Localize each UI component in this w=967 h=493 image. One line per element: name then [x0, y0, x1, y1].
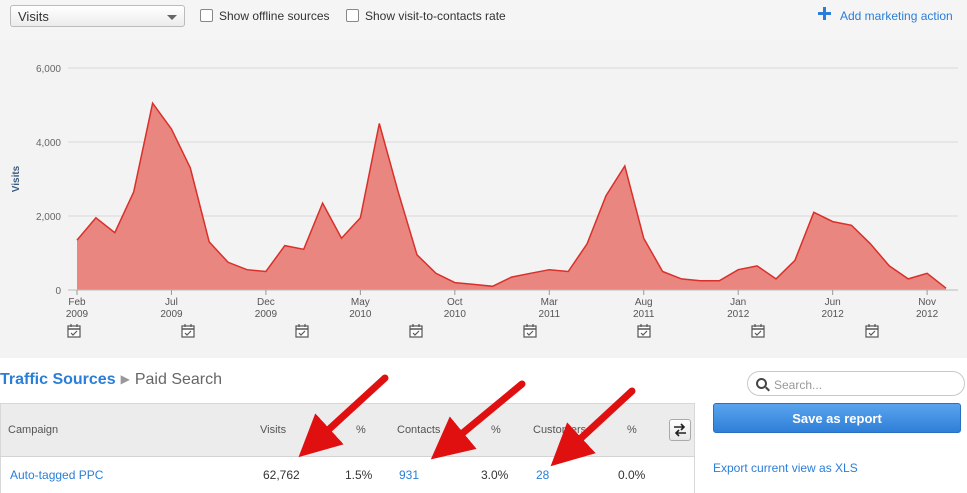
column-visits[interactable]: Visits — [260, 424, 286, 436]
x-tick-label: 2009 — [255, 309, 278, 320]
breadcrumb-arrow-icon: ▶ — [120, 372, 130, 386]
visits-value: 62,762 — [263, 468, 300, 482]
column-contacts[interactable]: Contacts — [397, 424, 440, 436]
calendar-icon[interactable] — [523, 324, 537, 338]
calendar-icon[interactable] — [637, 324, 651, 338]
column-visits-pct[interactable]: % — [356, 424, 366, 436]
x-tick-label: Jul — [165, 297, 178, 308]
customers-pct-value: 0.0% — [618, 468, 646, 482]
x-tick-label: 2009 — [66, 309, 89, 320]
y-tick-label: 6,000 — [36, 64, 61, 75]
x-tick-label: 2012 — [822, 309, 845, 320]
metric-select-value: Visits — [18, 9, 49, 24]
plus-icon[interactable] — [818, 7, 831, 20]
breadcrumb-traffic-sources[interactable]: Traffic Sources — [0, 371, 116, 388]
save-as-report-button[interactable]: Save as report — [713, 403, 961, 433]
x-tick-label: 2011 — [539, 309, 561, 320]
breadcrumb-current: Paid Search — [134, 371, 223, 388]
search-box — [747, 371, 965, 396]
contacts-pct-value: 3.0% — [481, 468, 509, 482]
x-tick-label: Jan — [730, 297, 746, 308]
column-contacts-pct[interactable]: % — [491, 424, 501, 436]
customers-link[interactable]: 28 — [536, 468, 549, 482]
table-header: Campaign Visits % Contacts % Customers % — [1, 404, 694, 457]
x-tick-label: Dec — [257, 297, 275, 308]
visits-chart: 6,000 4,000 2,000 0 Visits Feb 2009 Jul 2009 Dec 2… — [0, 40, 967, 358]
export-xls-link[interactable]: Export current view as XLS — [713, 461, 858, 475]
metric-select[interactable]: Visits — [10, 5, 185, 27]
contacts-link[interactable]: 931 — [399, 468, 419, 482]
chevron-down-icon — [167, 15, 177, 20]
visits-pct-value: 1.5% — [345, 468, 373, 482]
y-axis-label: Visits — [11, 165, 22, 192]
x-tick-label: 2010 — [444, 309, 467, 320]
calendar-icon[interactable] — [751, 324, 765, 338]
search-icon — [756, 378, 767, 389]
y-tick-label: 2,000 — [36, 212, 61, 223]
x-tick-label: May — [351, 297, 370, 308]
x-tick-label: Feb — [68, 297, 86, 308]
offline-sources-checkbox[interactable] — [200, 9, 213, 22]
calendar-icon[interactable] — [295, 324, 309, 338]
x-tick-label: 2011 — [633, 309, 655, 320]
column-customers[interactable]: Customers — [533, 424, 586, 436]
calendar-icon[interactable] — [67, 324, 81, 338]
visit-to-contacts-checkbox[interactable] — [346, 9, 359, 22]
campaign-table: Campaign Visits % Contacts % Customers %… — [0, 403, 695, 493]
x-tick-label: Jun — [825, 297, 841, 308]
column-campaign[interactable]: Campaign — [8, 424, 58, 436]
x-tick-label: 2012 — [916, 309, 939, 320]
x-tick-label: 2010 — [349, 309, 372, 320]
visits-area-chart: 6,0004,0002,0000VisitsFeb2009Jul2009Dec2… — [11, 64, 958, 338]
x-tick-label: Aug — [635, 297, 653, 308]
column-customers-pct[interactable]: % — [627, 424, 637, 436]
calendar-icon[interactable] — [181, 324, 195, 338]
x-tick-label: Nov — [918, 297, 936, 308]
y-tick-label: 4,000 — [36, 138, 61, 149]
campaign-link[interactable]: Auto-tagged PPC — [10, 468, 103, 482]
search-input[interactable] — [772, 375, 956, 394]
x-tick-label: 2009 — [160, 309, 183, 320]
calendar-icon[interactable] — [409, 324, 423, 338]
series-area — [77, 103, 946, 290]
visit-to-contacts-label: Show visit-to-contacts rate — [365, 9, 506, 23]
x-tick-label: Oct — [447, 297, 463, 308]
swap-columns-button[interactable] — [669, 419, 691, 441]
breadcrumb: Traffic Sources ▶ Paid Search — [0, 371, 222, 389]
swap-arrows-icon — [674, 423, 686, 437]
toolbar: Visits Show offline sources Show visit-t… — [0, 0, 967, 40]
x-tick-label: 2012 — [727, 309, 750, 320]
y-tick-label: 0 — [55, 286, 61, 297]
add-marketing-action-link[interactable]: Add marketing action — [840, 9, 953, 23]
offline-sources-label: Show offline sources — [219, 9, 330, 23]
x-tick-label: Mar — [541, 297, 559, 308]
calendar-icon[interactable] — [865, 324, 879, 338]
